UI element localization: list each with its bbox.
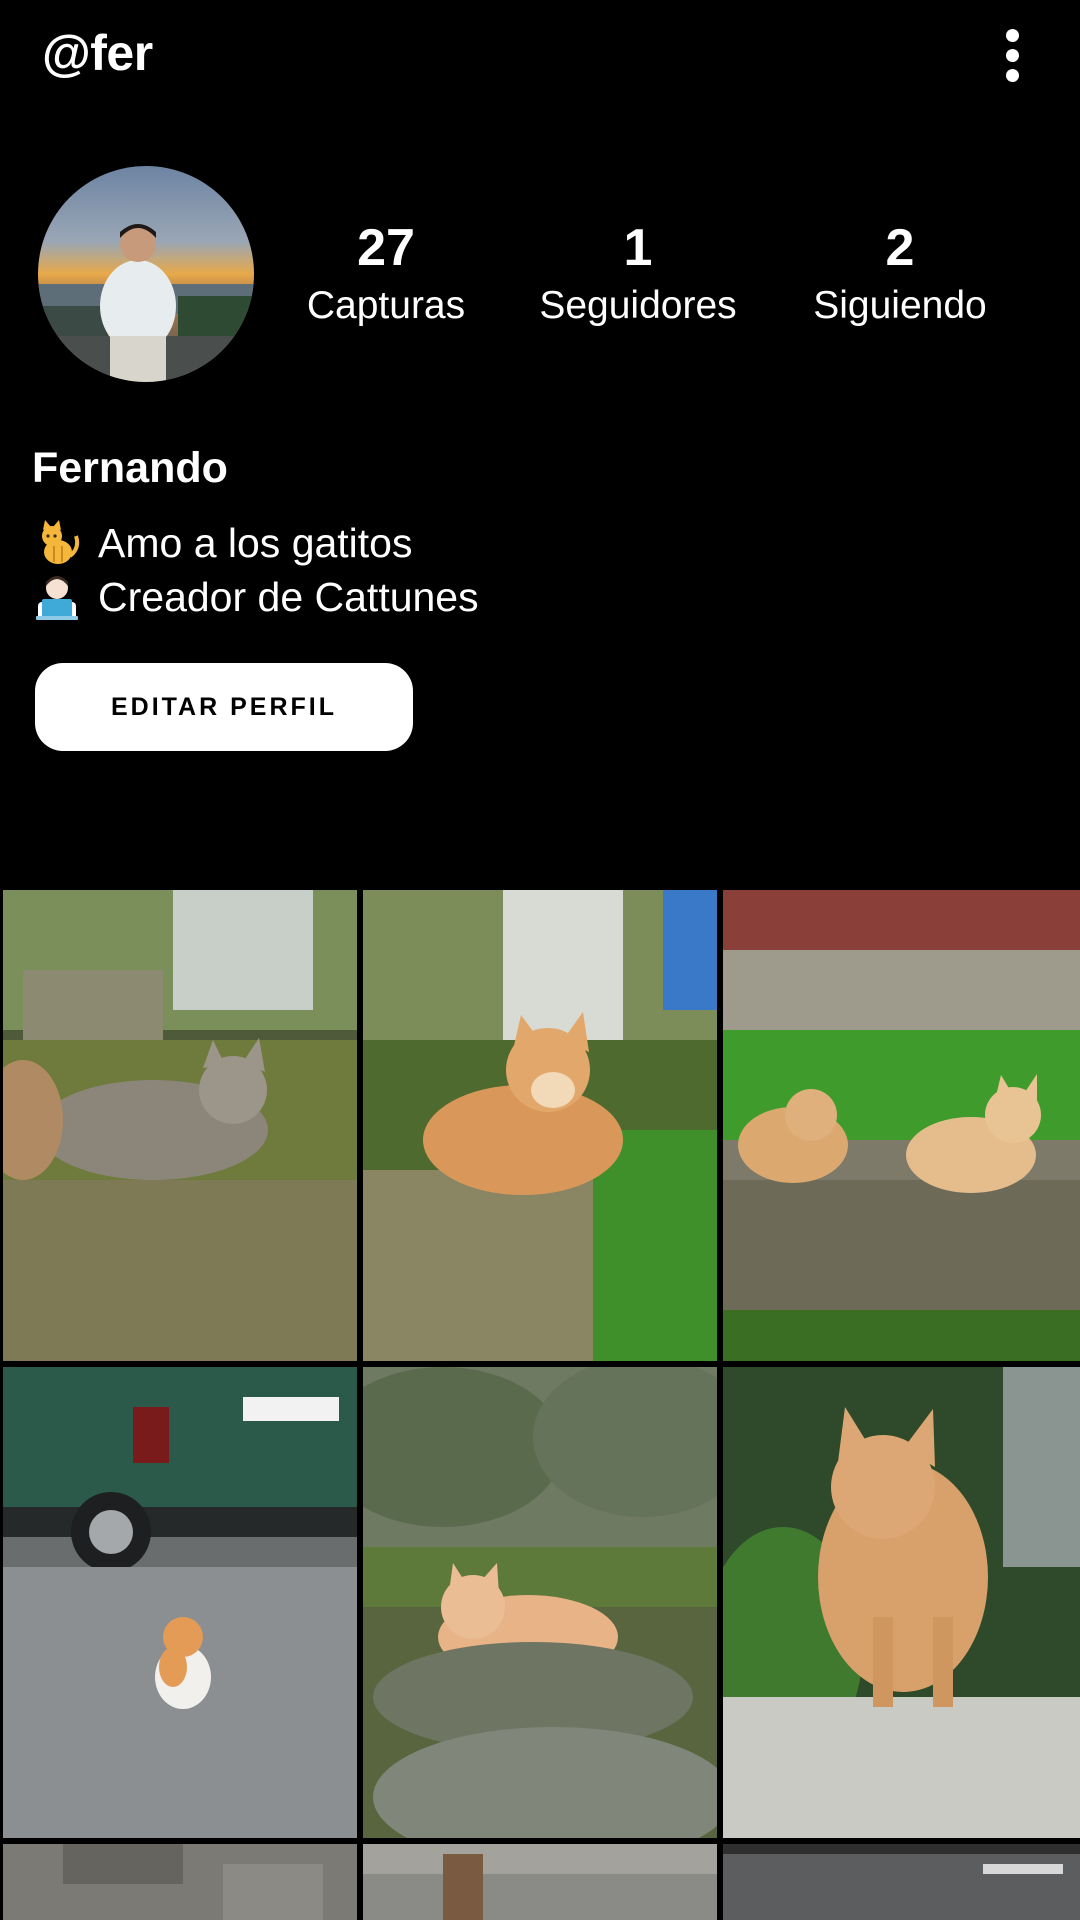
bio-text: Creador de Cattunes: [98, 574, 479, 620]
edit-profile-button[interactable]: EDITAR PERFIL: [35, 663, 413, 751]
top-bar: @fer: [0, 0, 1080, 120]
stat-label: Capturas: [306, 284, 466, 327]
bio-line: Amo a los gatitos: [32, 516, 479, 570]
avatar[interactable]: [38, 166, 254, 382]
technologist-emoji-icon: [32, 572, 82, 622]
photo-tile[interactable]: [3, 1367, 357, 1838]
photo-tile[interactable]: [723, 1367, 1080, 1838]
stat-captures[interactable]: 27 Capturas: [296, 218, 476, 332]
stat-label: Siguiendo: [813, 284, 987, 327]
photo-tile[interactable]: [363, 890, 717, 1361]
stat-value: 27: [357, 219, 415, 277]
stat-value: 2: [885, 219, 915, 277]
cat-emoji-icon: [32, 518, 82, 568]
photo-grid: [0, 890, 1080, 1920]
more-options-icon[interactable]: [986, 20, 1038, 90]
photo-tile[interactable]: [363, 1367, 717, 1838]
display-name: Fernando: [32, 444, 228, 492]
photo-tile[interactable]: [723, 890, 1080, 1361]
bio: Amo a los gatitos Creador de Cattunes: [32, 516, 479, 624]
bio-text: Amo a los gatitos: [98, 520, 413, 566]
stat-label: Seguidores: [539, 284, 737, 327]
username: @fer: [42, 25, 153, 81]
stat-followers[interactable]: 1 Seguidores: [528, 218, 748, 332]
bio-line: Creador de Cattunes: [32, 570, 479, 624]
photo-tile[interactable]: [723, 1844, 1080, 1920]
photo-tile[interactable]: [3, 890, 357, 1361]
stat-following[interactable]: 2 Siguiendo: [800, 218, 1000, 332]
photo-tile[interactable]: [363, 1844, 717, 1920]
stat-value: 1: [623, 219, 653, 277]
photo-tile[interactable]: [3, 1844, 357, 1920]
